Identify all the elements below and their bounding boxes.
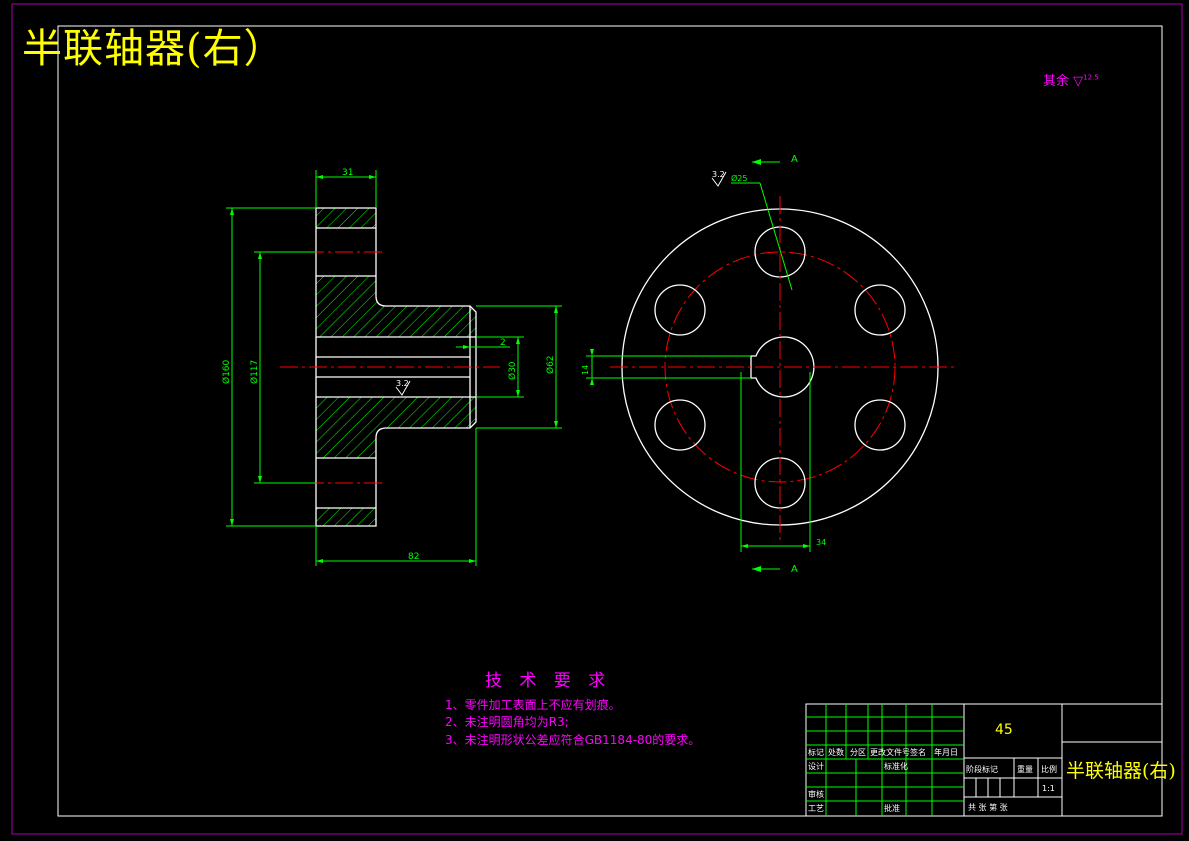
tb-mid-1: 重量 [1017, 764, 1033, 774]
tb-left-1: 标准化 [884, 761, 908, 771]
tb-header-5: 年月日 [934, 747, 958, 757]
tb-left-0: 设计 [808, 761, 824, 771]
roughness-symbol-icon: ▽ [1073, 74, 1084, 89]
dim-117: Ø117 [249, 360, 260, 384]
tb-left-4: 批准 [884, 803, 900, 813]
dim-160: Ø160 [221, 359, 232, 384]
tb-left-2: 审核 [808, 789, 824, 799]
dim-hole-25: Ø25 [731, 173, 747, 183]
tb-header-3: 更改文件号 [870, 747, 910, 757]
front-view: A A 3.2 Ø25 34 14 [581, 154, 958, 575]
roughness-prefix: 其余 [1043, 74, 1070, 89]
roughness-symbol-hole: 3.2 [711, 170, 727, 187]
tb-left-3: 工艺 [808, 804, 824, 813]
tb-header-4: 签名 [910, 747, 926, 757]
svg-text:3.2: 3.2 [712, 170, 725, 179]
tb-material: 45 [995, 722, 1013, 738]
dim-82: 82 [408, 552, 419, 562]
tb-part-name: 半联轴器(右) [1066, 760, 1176, 782]
dim-keyway-14: 14 [581, 365, 590, 375]
roughness-value: 12.5 [1083, 73, 1099, 82]
tb-header-2: 分区 [850, 748, 866, 757]
drawing-title: 半联轴器(右） [22, 26, 285, 72]
tb-mid-2: 比例 [1041, 764, 1057, 774]
roughness-symbol-bore: 3.2 [395, 379, 411, 396]
tb-scale: 1:1 [1042, 784, 1055, 793]
tech-requirements-heading: 技 术 要 求 [485, 671, 612, 691]
dim-30: Ø30 [507, 361, 518, 380]
dim-62: Ø62 [545, 355, 556, 374]
dim-31: 31 [342, 168, 353, 178]
tech-requirement-2: 2、未注明圆角均为R3; [445, 715, 569, 729]
dim-keyway-34: 34 [816, 538, 826, 547]
section-view: 31 82 Ø160 Ø117 Ø62 Ø30 2 3.2 [221, 168, 562, 566]
general-roughness-note: 其余 ▽12.5 [1043, 70, 1099, 89]
tb-sheet: 共 张 第 张 [968, 802, 1008, 812]
tb-header-0: 标记 [808, 747, 824, 757]
section-label-top: A [791, 154, 798, 165]
dim-chamfer-2: 2 [500, 338, 506, 348]
tb-header-1: 处数 [828, 747, 844, 757]
svg-text:3.2: 3.2 [396, 379, 409, 388]
mechanical-drawing: 31 82 Ø160 Ø117 Ø62 Ø30 2 3.2 A A 3.2 Ø2… [11, 3, 1183, 835]
section-label-bottom: A [791, 564, 798, 575]
tech-requirement-1: 1、零件加工表面上不应有划痕。 [445, 698, 621, 712]
tech-requirement-3: 3、未注明形状公差应符合GB1184-80的要求。 [445, 733, 701, 747]
tb-mid-0: 阶段标记 [966, 764, 998, 774]
